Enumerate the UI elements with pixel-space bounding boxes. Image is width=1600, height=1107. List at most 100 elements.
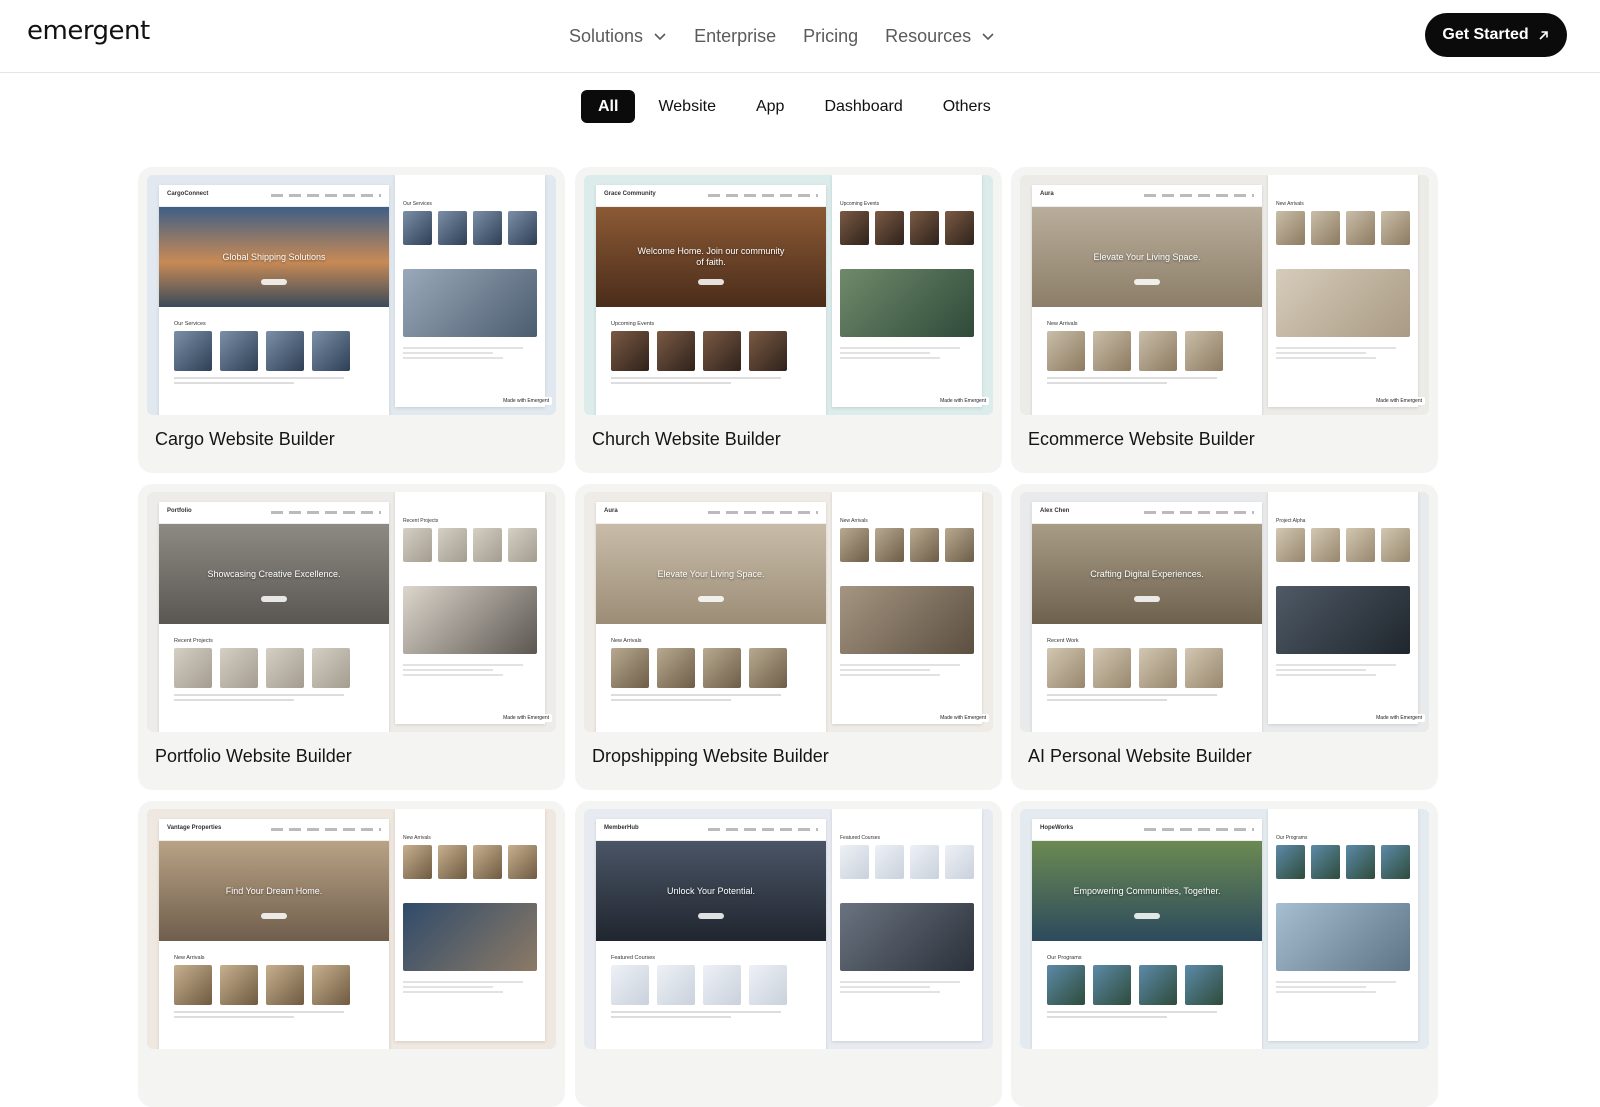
preview-thumb	[1139, 331, 1177, 371]
preview-thumb	[1381, 528, 1410, 562]
preview-thumb	[910, 845, 939, 879]
preview-thumb	[657, 648, 695, 688]
filter-website[interactable]: Website	[641, 90, 733, 123]
preview-thumbnails	[596, 965, 826, 1005]
top-header: emergent Solutions Enterprise Pricing Re…	[0, 0, 1600, 73]
preview-hero-button	[698, 596, 724, 602]
preview-nav-links	[708, 194, 818, 197]
preview-hero-button	[1134, 596, 1160, 602]
made-with-emergent-badge: Made with Emergent	[500, 397, 552, 405]
preview-hero: Find Your Dream Home.	[159, 841, 389, 941]
preview-thumb	[312, 331, 350, 371]
preview-home-page: HopeWorks Empowering Communities, Togeth…	[1032, 819, 1262, 1049]
preview-thumb	[749, 965, 787, 1005]
preview-inner-page: Our Services	[395, 175, 545, 407]
preview-section-title: New Arrivals	[1047, 321, 1078, 327]
made-with-emergent-badge: Made with Emergent	[937, 714, 989, 722]
get-started-label: Get Started	[1442, 26, 1529, 43]
template-card-title: AI Personal Website Builder	[1028, 746, 1252, 766]
template-card[interactable]: Alex Chen Crafting Digital Experiences. …	[1011, 484, 1438, 790]
preview-thumbnails	[159, 965, 389, 1005]
made-with-emergent-badge: Made with Emergent	[1373, 714, 1425, 722]
template-preview: HopeWorks Empowering Communities, Togeth…	[1020, 809, 1429, 1049]
nav-enterprise[interactable]: Enterprise	[694, 22, 776, 50]
preview-thumb	[875, 528, 904, 562]
template-card[interactable]: CargoConnect Global Shipping Solutions O…	[138, 167, 565, 473]
preview-navbar: Aura	[596, 502, 826, 524]
preview-thumb	[611, 331, 649, 371]
arrow-up-right-icon	[1539, 30, 1548, 40]
preview-thumb	[1276, 528, 1305, 562]
get-started-button[interactable]: Get Started	[1425, 13, 1567, 57]
template-preview: Grace Community Welcome Home. Join our c…	[584, 175, 993, 415]
preview-text-lines	[1032, 371, 1262, 393]
preview-thumb	[1185, 648, 1223, 688]
preview-brand: HopeWorks	[1040, 825, 1074, 831]
preview-navbar: Aura	[1032, 185, 1262, 207]
filter-dashboard[interactable]: Dashboard	[807, 90, 919, 123]
template-card[interactable]: Vantage Properties Find Your Dream Home.…	[138, 801, 565, 1107]
preview-footer	[832, 971, 982, 1006]
preview-inner-page: New Arrivals	[395, 809, 545, 1041]
preview-brand: Alex Chen	[1040, 508, 1070, 514]
emergent-logo[interactable]: emergent	[27, 16, 150, 46]
filter-others[interactable]: Others	[926, 90, 1008, 123]
template-card-title: Church Website Builder	[592, 429, 781, 449]
made-with-emergent-badge: Made with Emergent	[1373, 397, 1425, 405]
preview-hero: Welcome Home. Join our community of fait…	[596, 207, 826, 307]
preview-footer	[1268, 654, 1418, 689]
made-with-emergent-badge: Made with Emergent	[937, 397, 989, 405]
preview-thumb	[703, 965, 741, 1005]
preview-thumb	[1047, 648, 1085, 688]
preview-thumb	[403, 528, 432, 562]
preview-side-thumbnails	[832, 211, 982, 245]
preview-navbar: Grace Community	[596, 185, 826, 207]
preview-thumb	[312, 965, 350, 1005]
preview-feature-image	[840, 903, 974, 971]
preview-thumb	[1311, 845, 1340, 879]
preview-inner-page: Project Alpha	[1268, 492, 1418, 724]
preview-footer	[1268, 337, 1418, 372]
preview-section-title: Featured Courses	[611, 955, 656, 961]
template-preview: Alex Chen Crafting Digital Experiences. …	[1020, 492, 1429, 732]
preview-thumb	[174, 648, 212, 688]
preview-hero-button	[1134, 913, 1160, 919]
preview-thumb	[910, 211, 939, 245]
filter-all[interactable]: All	[581, 90, 636, 123]
preview-thumb	[1185, 965, 1223, 1005]
preview-feature-image	[403, 903, 537, 971]
nav-solutions[interactable]: Solutions	[569, 22, 667, 50]
preview-thumb	[1047, 965, 1085, 1005]
preview-thumbnails	[1032, 331, 1262, 371]
filter-app[interactable]: App	[739, 90, 801, 123]
template-card[interactable]: Aura Elevate Your Living Space. New Arri…	[1011, 167, 1438, 473]
preview-thumb	[473, 211, 502, 245]
preview-thumb	[703, 648, 741, 688]
nav-pricing[interactable]: Pricing	[803, 22, 858, 50]
preview-thumb	[403, 211, 432, 245]
preview-text-lines	[596, 688, 826, 710]
template-card[interactable]: Grace Community Welcome Home. Join our c…	[575, 167, 1002, 473]
preview-thumbnails	[1032, 648, 1262, 688]
preview-feature-image	[403, 269, 537, 337]
template-card[interactable]: Portfolio Showcasing Creative Excellence…	[138, 484, 565, 790]
preview-thumb	[1185, 331, 1223, 371]
preview-side-thumbnails	[1268, 528, 1418, 562]
template-card[interactable]: MemberHub Unlock Your Potential. Feature…	[575, 801, 1002, 1107]
nav-resources[interactable]: Resources	[885, 22, 995, 50]
template-preview: Vantage Properties Find Your Dream Home.…	[147, 809, 556, 1049]
preview-thumb	[508, 845, 537, 879]
preview-thumbnails	[1032, 965, 1262, 1005]
preview-thumb	[438, 528, 467, 562]
template-card[interactable]: HopeWorks Empowering Communities, Togeth…	[1011, 801, 1438, 1107]
preview-thumbnails	[159, 331, 389, 371]
preview-hero-title: Elevate Your Living Space.	[1093, 251, 1201, 262]
preview-thumb	[473, 845, 502, 879]
preview-brand: Aura	[604, 508, 618, 514]
preview-hero: Unlock Your Potential.	[596, 841, 826, 941]
preview-nav-links	[271, 511, 381, 514]
preview-home-page: Grace Community Welcome Home. Join our c…	[596, 185, 826, 415]
preview-nav-links	[708, 828, 818, 831]
template-card[interactable]: Aura Elevate Your Living Space. New Arri…	[575, 484, 1002, 790]
preview-side-section-title: Featured Courses	[840, 835, 881, 841]
